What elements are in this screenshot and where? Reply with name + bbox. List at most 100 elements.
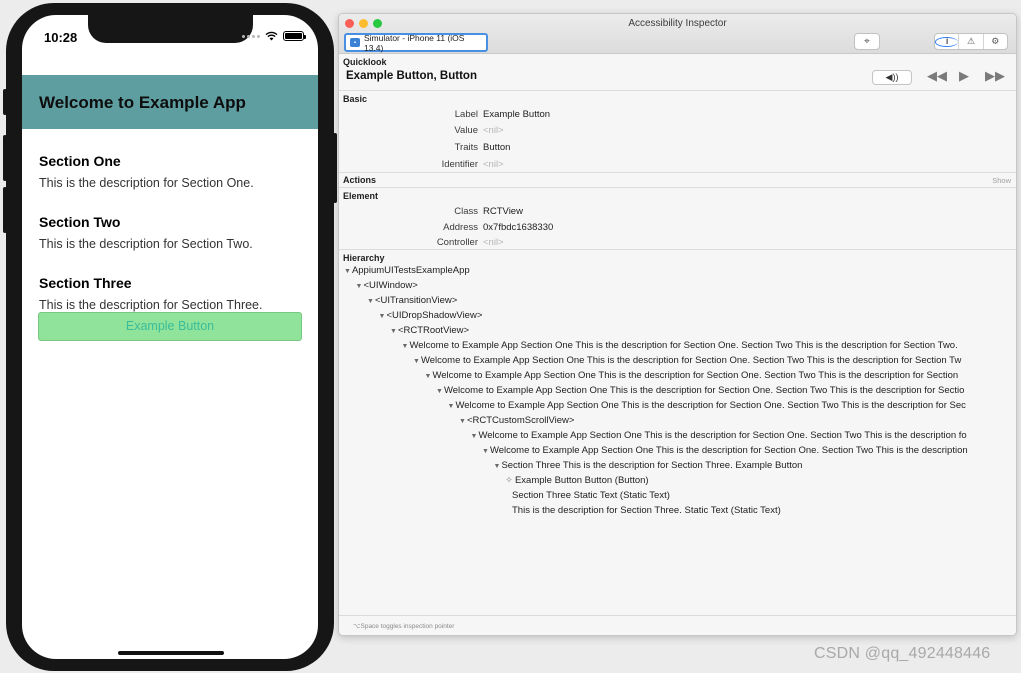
prop-key-address: Address [443, 222, 478, 233]
hierarchy-row[interactable]: ▼Welcome to Example App Section One This… [402, 340, 958, 351]
app-header: Welcome to Example App [22, 75, 318, 129]
play-icon[interactable]: ▶ [959, 68, 969, 84]
disclosure-triangle-icon[interactable]: ▼ [367, 298, 374, 305]
hierarchy-row[interactable]: This is the description for Section Thre… [512, 505, 781, 516]
iphone-simulator: 10:28 Welcome to Example App Section One… [3, 3, 337, 671]
hierarchy-row[interactable]: ▼Section Three This is the description f… [494, 460, 803, 471]
hierarchy-row[interactable]: ▼<UIDropShadowView> [379, 310, 483, 321]
divider [339, 249, 1016, 250]
volume-down-button [3, 187, 7, 233]
status-time: 10:28 [44, 30, 78, 45]
disclosure-triangle-icon[interactable]: ▼ [459, 418, 466, 425]
section-one: Section One This is the description for … [39, 153, 309, 190]
hierarchy-row[interactable]: ▼<UITransitionView> [367, 295, 457, 306]
hierarchy-row[interactable]: ▼<RCTCustomScrollView> [459, 415, 574, 426]
disclosure-triangle-icon[interactable]: ▼ [471, 433, 478, 440]
hierarchy-row-label: <UIWindow> [363, 280, 418, 291]
hierarchy-row-label: Welcome to Example App Section One This … [489, 445, 968, 456]
target-chooser[interactable]: ▪ Simulator - iPhone 11 (iOS 13.4) [344, 32, 488, 53]
notch [88, 15, 253, 43]
hierarchy-row[interactable]: ▼Welcome to Example App Section One This… [425, 370, 959, 381]
prop-key-identifier: Identifier [441, 159, 478, 170]
hierarchy-row[interactable]: Section Three Static Text (Static Text) [512, 490, 670, 501]
disclosure-triangle-icon[interactable]: ▼ [402, 343, 409, 350]
gear-icon: ⚙ [991, 36, 1000, 46]
disclosure-triangle-icon[interactable]: ▼ [436, 388, 443, 395]
hierarchy-row[interactable]: ▼<UIWindow> [356, 280, 418, 291]
hierarchy-row[interactable]: ▼Welcome to Example App Section One This… [471, 430, 967, 441]
hierarchy-row-label: <RCTCustomScrollView> [466, 415, 575, 426]
element-label: Element [343, 191, 379, 201]
disclosure-triangle-icon[interactable]: ▼ [379, 313, 386, 320]
hierarchy-row[interactable]: ▼<RCTRootView> [390, 325, 469, 336]
hierarchy-row-label: Welcome to Example App Section One This … [443, 385, 965, 396]
disclosure-triangle-icon[interactable]: ▼ [344, 268, 351, 275]
audit-tab[interactable]: ⚠ [959, 34, 984, 49]
window-title: Accessibility Inspector [628, 18, 727, 29]
disclosure-triangle-icon[interactable]: ▼ [494, 463, 501, 470]
hierarchy-row[interactable]: ▼Welcome to Example App Section One This… [448, 400, 966, 411]
disclosure-triangle-icon[interactable]: ▼ [356, 283, 363, 290]
prop-value-traits: Button [483, 142, 511, 153]
battery-icon [283, 31, 306, 41]
hierarchy-row-label: AppiumUITestsExampleApp [351, 265, 470, 276]
speak-button[interactable]: ◀)) [872, 70, 912, 85]
home-indicator[interactable] [118, 651, 224, 655]
section-two: Section Two This is the description for … [39, 214, 309, 251]
footer-bar: ⌥Space toggles inspection pointer [339, 615, 1016, 635]
hierarchy-row-label: Welcome to Example App Section One This … [432, 370, 959, 381]
disclosure-triangle-icon[interactable]: ▼ [390, 328, 397, 335]
inspector-tab[interactable]: i [935, 34, 960, 49]
hierarchy-row[interactable]: ✧ Example Button Button (Button) [505, 475, 649, 486]
disclosure-triangle-icon[interactable]: ▼ [482, 448, 489, 455]
divider [339, 90, 1016, 91]
prop-key-label: Label [454, 109, 478, 120]
hierarchy-label: Hierarchy [343, 253, 385, 263]
target-label: Simulator - iPhone 11 (iOS 13.4) [363, 32, 465, 53]
selected-element-icon: ✧ [505, 475, 513, 486]
section-title: Section Three [39, 275, 132, 291]
warning-icon: ⚠ [966, 36, 976, 46]
prop-value-controller: <nil> [483, 237, 504, 248]
section-description: This is the description for Section Thre… [39, 298, 263, 312]
section-description: This is the description for Section One. [39, 176, 254, 190]
prop-value-value: <nil> [483, 125, 504, 136]
disclosure-triangle-icon[interactable]: ▼ [448, 403, 455, 410]
prop-value-class: RCTView [483, 206, 523, 217]
divider [339, 172, 1016, 173]
hierarchy-row[interactable]: ▼Welcome to Example App Section One This… [482, 445, 968, 456]
hierarchy-row[interactable]: ▼Welcome to Example App Section One This… [413, 355, 961, 366]
hierarchy-row[interactable]: ▼AppiumUITestsExampleApp [344, 265, 470, 276]
hierarchy-row[interactable]: ▼Welcome to Example App Section One This… [436, 385, 964, 396]
crosshair-icon: ⌖ [864, 36, 870, 47]
side-button [333, 133, 337, 203]
inspection-pointer-button[interactable]: ⌖ [854, 33, 880, 50]
titlebar: Accessibility Inspector ▪ Simulator - iP… [339, 14, 1016, 54]
prop-value-identifier: <nil> [483, 159, 504, 170]
accessibility-inspector-window: Accessibility Inspector ▪ Simulator - iP… [338, 13, 1017, 636]
status-icons [242, 29, 306, 43]
previous-element-icon[interactable]: ◀◀ [927, 68, 947, 84]
disclosure-triangle-icon[interactable]: ▼ [425, 373, 432, 380]
volume-up-button [3, 135, 7, 181]
prop-value-address: 0x7fbdc1638330 [483, 222, 554, 233]
section-description: This is the description for Section Two. [39, 237, 253, 251]
section-title: Section One [39, 153, 121, 169]
prop-key-traits: Traits [454, 142, 478, 153]
disclosure-triangle-icon[interactable]: ▼ [413, 358, 420, 365]
wifi-icon [265, 31, 278, 41]
phone-screen: 10:28 Welcome to Example App Section One… [22, 15, 318, 659]
actions-show-link[interactable]: Show [992, 176, 1011, 185]
signal-dots-icon [242, 34, 260, 38]
inspector-mode-segments: i ⚠ ⚙ [934, 33, 1008, 50]
quicklook-label: Quicklook [343, 57, 387, 67]
example-button[interactable]: Example Button [38, 312, 302, 341]
settings-tab[interactable]: ⚙ [984, 34, 1007, 49]
divider [339, 187, 1016, 188]
hierarchy-row-label: <RCTRootView> [397, 325, 470, 336]
footer-hint: ⌥Space toggles inspection pointer [353, 623, 455, 630]
simulator-icon: ▪ [350, 38, 360, 47]
prop-key-controller: Controller [436, 237, 478, 248]
section-title: Section Two [39, 214, 121, 230]
next-element-icon[interactable]: ▶▶ [985, 68, 1005, 84]
